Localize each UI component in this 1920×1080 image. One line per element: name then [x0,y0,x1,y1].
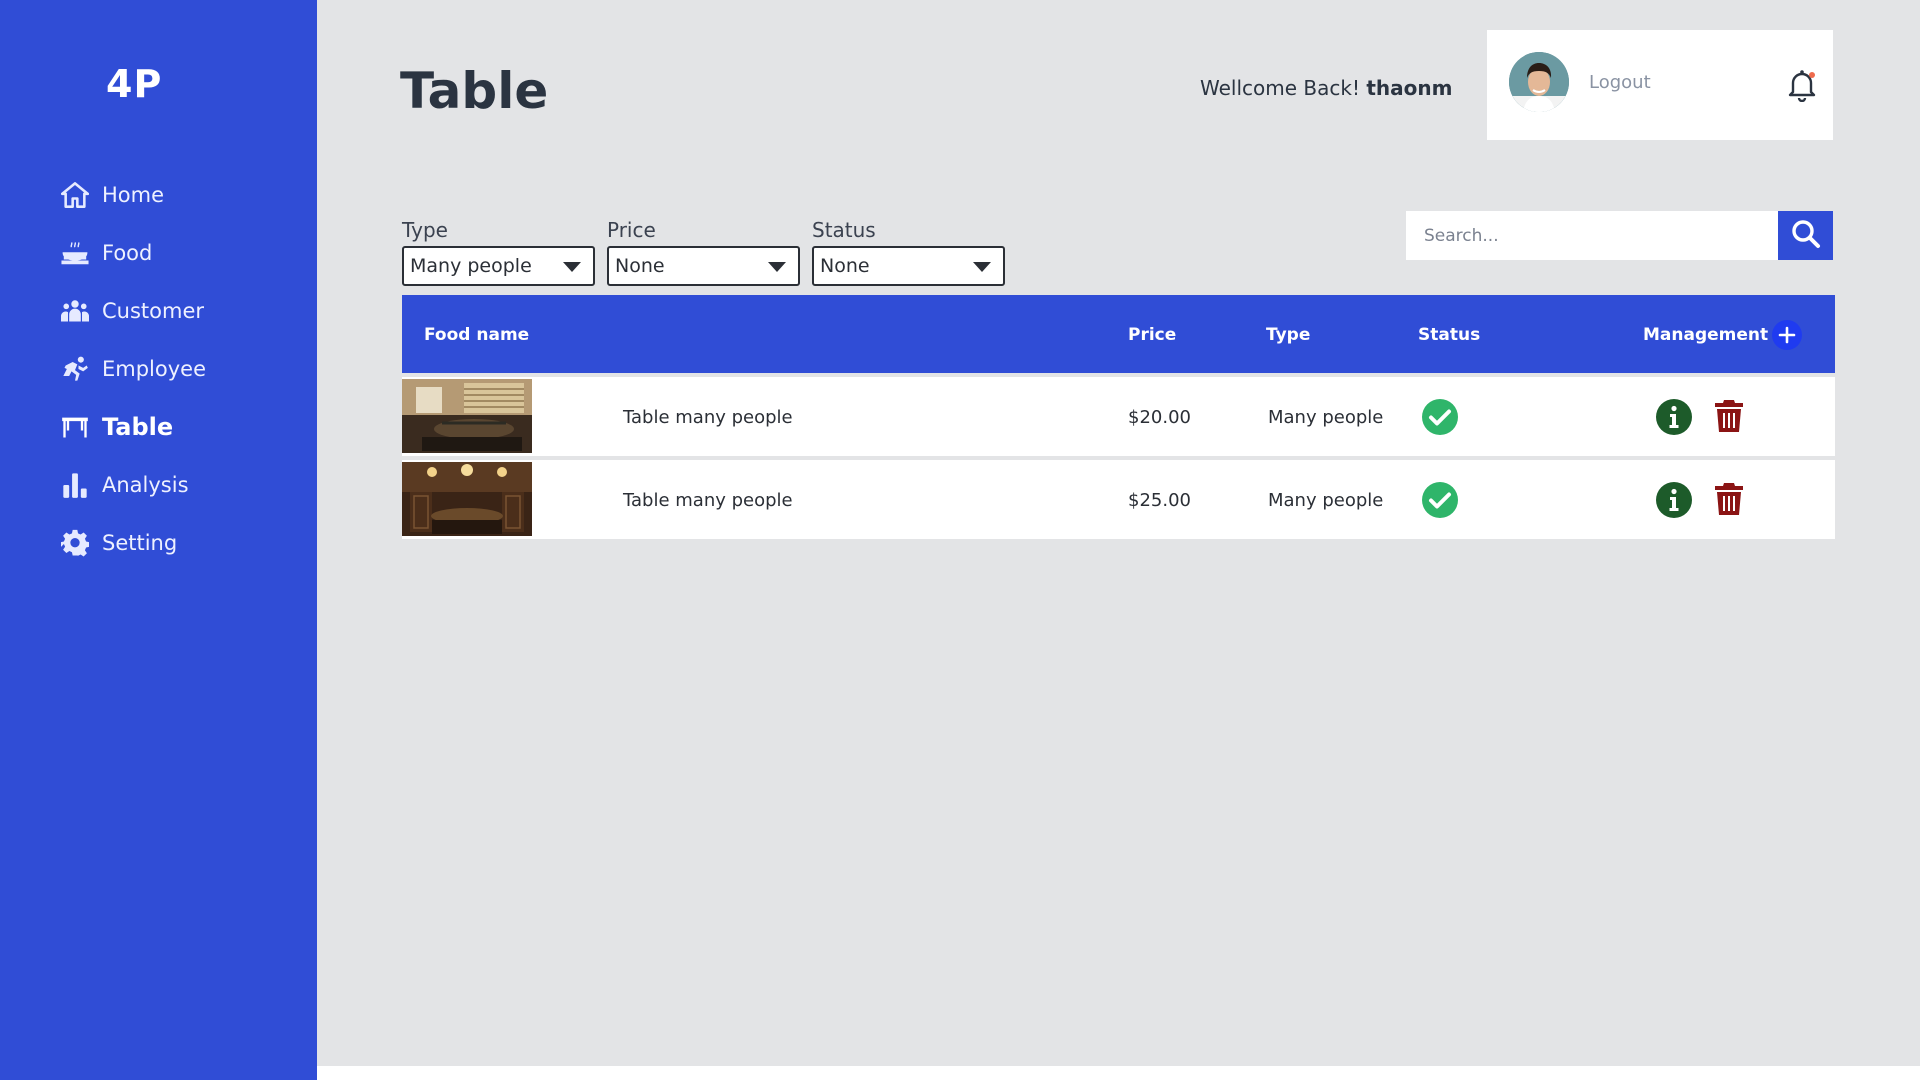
info-button[interactable] [1656,482,1692,518]
check-circle-icon [1422,482,1458,518]
info-icon [1656,399,1692,435]
column-header-price: Price [1128,325,1177,345]
table-row: Table many people $20.00 Many people [402,377,1835,456]
search-button[interactable] [1778,211,1833,260]
sidebar-item-employee[interactable]: Employee [60,340,300,398]
food-name-cell: Table many people [623,407,793,428]
gear-icon [60,528,90,558]
status-filter: Status None [812,218,1005,286]
table-row: Table many people $25.00 Many people [402,460,1835,539]
chevron-down-icon [768,262,786,272]
column-header-status: Status [1418,325,1481,345]
sidebar-item-label: Analysis [102,473,189,497]
status-filter-label: Status [812,218,876,242]
logout-link[interactable]: Logout [1589,72,1651,93]
price-select[interactable]: None [607,246,800,286]
search-input[interactable] [1406,211,1778,260]
add-item-button[interactable] [1772,320,1802,350]
price-cell: $20.00 [1128,407,1191,428]
sidebar-item-label: Home [102,183,165,207]
price-filter-label: Price [607,218,656,242]
price-filter: Price None [607,218,800,286]
analysis-icon [60,470,90,500]
username: thaonm [1366,76,1453,100]
avatar[interactable] [1509,52,1569,112]
type-select-value: Many people [410,255,532,277]
sidebar-item-table[interactable]: Table [60,398,300,456]
info-button[interactable] [1656,399,1692,435]
sidebar-item-analysis[interactable]: Analysis [60,456,300,514]
plus-icon [1778,326,1796,344]
sidebar-item-label: Food [102,241,153,265]
delete-button[interactable] [1714,399,1744,433]
sidebar-item-label: Setting [102,531,178,555]
column-header-name: Food name [424,325,530,345]
search-icon [1791,219,1821,253]
table-photo [402,379,532,453]
sidebar-item-label: Table [102,413,174,441]
chevron-down-icon [563,262,581,272]
trash-icon [1715,400,1743,432]
page-title: Table [400,62,549,120]
home-icon [60,180,90,210]
food-name-cell: Table many people [623,490,793,511]
food-icon [60,238,90,268]
food-table: Food name Price Type Status Management T… [402,295,1835,539]
price-select-value: None [615,255,665,277]
status-select[interactable]: None [812,246,1005,286]
customer-icon [60,296,90,326]
bell-icon[interactable] [1787,68,1817,103]
type-cell: Many people [1268,407,1384,428]
app-logo[interactable]: 4P [106,62,162,106]
welcome-prefix: Wellcome Back! [1200,76,1360,100]
user-card: Logout [1487,30,1833,140]
sidebar-item-food[interactable]: Food [60,224,300,282]
sidebar-nav: Home Food Customer Employee Table Analys… [60,166,300,572]
status-select-value: None [820,255,870,277]
price-cell: $25.00 [1128,490,1191,511]
sidebar-item-label: Customer [102,299,205,323]
type-select[interactable]: Many people [402,246,595,286]
sidebar-item-home[interactable]: Home [60,166,300,224]
sidebar-item-setting[interactable]: Setting [60,514,300,572]
type-filter: Type Many people [402,218,595,286]
check-circle-icon [1422,399,1458,435]
type-filter-label: Type [402,218,448,242]
chevron-down-icon [973,262,991,272]
type-cell: Many people [1268,490,1384,511]
sidebar-item-customer[interactable]: Customer [60,282,300,340]
footer-strip [317,1066,1920,1080]
trash-icon [1715,483,1743,515]
table-icon [60,412,90,442]
sidebar-item-label: Employee [102,357,207,381]
sidebar: 4P Home Food Customer Employee Table Ana… [0,0,317,1080]
table-header: Food name Price Type Status Management [402,295,1835,373]
column-header-type: Type [1266,325,1311,345]
table-photo [402,462,532,536]
delete-button[interactable] [1714,482,1744,516]
employee-icon [60,354,90,384]
info-icon [1656,482,1692,518]
column-header-management: Management [1643,325,1769,345]
welcome-message: Wellcome Back! thaonm [1200,76,1452,100]
